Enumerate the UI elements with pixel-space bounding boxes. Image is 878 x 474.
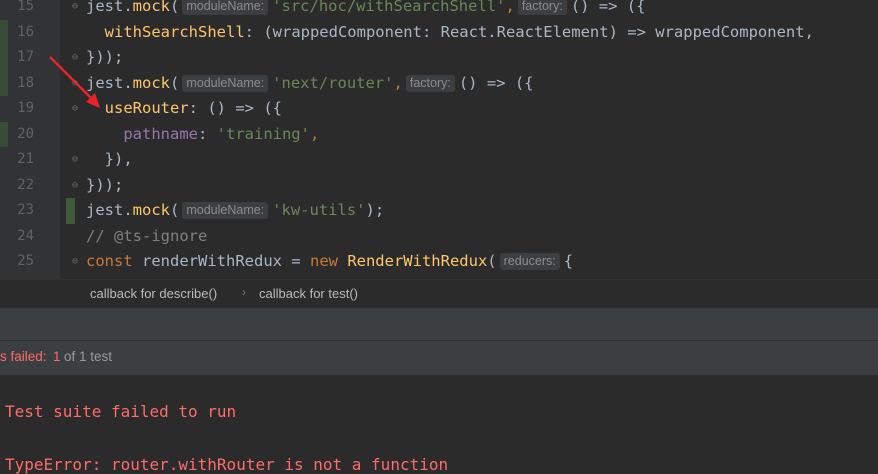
paren: ( — [487, 252, 497, 270]
fold-icon[interactable]: ⊖ — [72, 154, 81, 165]
line-number: 22 — [17, 176, 34, 193]
keyword-new: new — [309, 252, 338, 270]
code-rest: : () => ({ — [188, 99, 282, 117]
line-number: 24 — [17, 227, 34, 244]
line-number: 23 — [17, 202, 34, 218]
mock-token: mock — [132, 0, 170, 15]
mock-token: mock — [132, 201, 170, 219]
colon: : — [197, 124, 217, 143]
param-hint: moduleName: — [182, 0, 269, 15]
param-hint: factory: — [405, 74, 455, 92]
code-line-19[interactable]: 19 ⊖ useRouter: () => ({ — [0, 96, 878, 122]
comment: // @ts-ignore — [86, 226, 208, 245]
change-marker — [66, 198, 75, 224]
test-status-bar: s failed: 1 of 1 test — [0, 340, 878, 375]
code-text: })); — [86, 175, 124, 194]
paren-close: ); — [365, 201, 385, 219]
chevron-right-icon: › — [242, 285, 246, 299]
code-line-16[interactable]: 16 withSearchShell: (wrappedComponent: R… — [0, 19, 878, 45]
tests-failed-label: s failed: — [0, 349, 47, 364]
code-text: }), — [104, 150, 133, 168]
comma: , — [309, 124, 320, 143]
code-line-22[interactable]: 22 ⊖ })); — [0, 173, 878, 199]
comma: , — [505, 0, 515, 15]
param-hint: factory: — [517, 0, 567, 15]
paren: ( — [170, 201, 180, 219]
code-rest: { — [563, 252, 574, 270]
code-line-20[interactable]: 20 pathname: 'training', — [0, 121, 878, 147]
fold-icon[interactable]: ⊖ — [72, 180, 81, 191]
error-message-type: TypeError: router.withRouter is not a fu… — [5, 455, 449, 474]
code-rest: () => ({ — [570, 0, 646, 15]
keyword-const: const — [86, 252, 133, 270]
param-hint: moduleName: — [182, 74, 269, 92]
param-hint: reducers: — [499, 253, 560, 270]
class-name: RenderWithRedux — [337, 252, 488, 270]
fold-icon[interactable]: ⊖ — [72, 256, 81, 267]
string-literal: 'training' — [216, 124, 310, 143]
jest-token: jest — [86, 201, 124, 219]
breadcrumb-item-describe[interactable]: callback for describe() — [90, 286, 217, 301]
total-tests-text: of 1 test — [64, 349, 113, 364]
failed-count: 1 — [53, 349, 61, 364]
paren: ( — [170, 0, 180, 15]
code-line-21[interactable]: 21 ⊖ }), — [0, 147, 878, 173]
breadcrumb-item-test[interactable]: callback for test() — [259, 286, 358, 301]
code-rest: () => ({ — [458, 73, 534, 92]
line-number: 25 — [17, 253, 34, 269]
paren: ( — [170, 73, 180, 92]
breadcrumb: callback for describe() › callback for t… — [0, 279, 878, 308]
red-arrow-annotation — [49, 56, 100, 108]
code-rest: : (wrappedComponent: React.ReactElement)… — [244, 22, 814, 41]
mock-token: mock — [132, 73, 170, 92]
console-output[interactable]: Test suite failed to run TypeError: rout… — [0, 375, 878, 474]
variable: renderWithRedux = — [132, 252, 310, 270]
line-number: 21 — [17, 151, 34, 167]
code-line-18[interactable]: 18 ⊖ jest.mock(moduleName:'next/router',… — [0, 70, 878, 96]
string-literal: 'src/hoc/withSearchShell' — [272, 0, 506, 15]
param-hint: moduleName: — [182, 202, 269, 219]
code-editor[interactable]: 15 ⊖ jest.mock(moduleName:'src/hoc/withS… — [0, 0, 878, 279]
code-line-24[interactable]: 24 // @ts-ignore — [0, 224, 878, 250]
code-line-25[interactable]: 25 ⊖ const renderWithRedux = new RenderW… — [0, 249, 878, 275]
code-line-17[interactable]: 17 ⊖ })); — [0, 45, 878, 71]
comma: , — [393, 73, 403, 92]
string-literal: 'kw-utils' — [272, 201, 366, 219]
string-literal: 'next/router' — [272, 73, 394, 92]
line-number: 20 — [17, 125, 34, 142]
property-name: pathname — [123, 124, 198, 143]
code-line-23[interactable]: 23 jest.mock(moduleName:'kw-utils'); — [0, 198, 878, 224]
code-line-15[interactable]: 15 ⊖ jest.mock(moduleName:'src/hoc/withS… — [0, 0, 878, 20]
tool-window-header — [0, 308, 878, 340]
error-message-title: Test suite failed to run — [5, 402, 237, 421]
